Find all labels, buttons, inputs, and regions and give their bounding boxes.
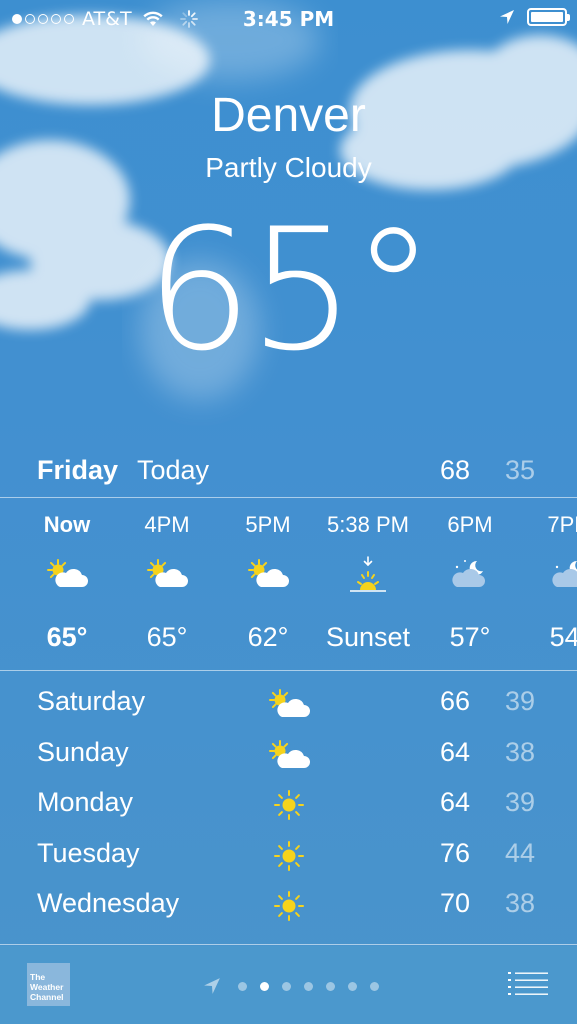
logo-line: Weather — [30, 982, 64, 992]
page-dot — [304, 981, 313, 991]
hour-label: Now — [43, 512, 91, 537]
daily-forecast[interactable]: Saturday 66 39 Sunday 64 38 Monday 64 39… — [0, 680, 577, 933]
sunset-icon — [318, 556, 418, 596]
hour-label: 4PM — [144, 512, 190, 537]
page-dot — [348, 981, 357, 991]
battery-icon — [527, 8, 570, 26]
location-arrow-icon — [500, 10, 514, 24]
day-name: Tuesday — [37, 837, 140, 868]
hour-label: 7PM — [547, 512, 577, 537]
daily-row: Wednesday 70 38 — [0, 882, 577, 933]
condition-text: Partly Cloudy — [205, 152, 372, 183]
today-summary-row: Friday Today 68 35 — [0, 455, 577, 495]
day-name: Monday — [37, 787, 134, 817]
divider — [0, 670, 577, 671]
logo-line: The — [30, 972, 46, 982]
hour-temp: Sunset — [325, 622, 411, 652]
page-dot — [326, 981, 335, 991]
logo-line: Channel — [30, 992, 64, 1002]
day-name: Saturday — [37, 686, 146, 716]
hour-temp: 62° — [247, 622, 289, 652]
sun-icon — [274, 891, 304, 921]
partly-cloudy-night-icon — [520, 556, 577, 596]
partly-cloudy-icon — [269, 689, 310, 717]
hour-temp: 65° — [46, 622, 88, 652]
status-bar: AT&T 3:45 PM — [0, 0, 577, 38]
bottom-toolbar: The Weather Channel — [0, 946, 577, 1024]
city-name: Denver — [211, 89, 366, 142]
day-name: Wednesday — [37, 888, 180, 918]
partly-cloudy-icon — [269, 739, 310, 768]
status-time: 3:45 PM — [242, 7, 335, 31]
page-dot-active — [260, 981, 269, 991]
hour-label: 6PM — [447, 512, 493, 537]
day-low: 38 — [505, 888, 536, 918]
status-right — [499, 8, 570, 26]
hour-temp: 65° — [146, 622, 188, 652]
today-label: Today — [137, 455, 210, 485]
day-high: 76 — [440, 837, 471, 868]
hour-label: 5:38 PM — [327, 512, 409, 537]
page-dot — [238, 981, 247, 991]
sun-icon — [274, 790, 304, 820]
daily-row: Tuesday 76 44 — [0, 832, 577, 883]
day-low: 38 — [505, 736, 536, 767]
sun-icon — [274, 840, 304, 871]
weather-channel-logo-button[interactable]: The Weather Channel — [27, 963, 70, 1006]
city-list-icon[interactable] — [508, 971, 548, 997]
daily-row: Saturday 66 39 — [0, 680, 577, 731]
today-low: 35 — [505, 455, 536, 485]
today-day: Friday — [37, 455, 119, 485]
location-arrow-icon — [204, 978, 220, 994]
page-dot — [370, 981, 379, 991]
day-high: 64 — [440, 787, 471, 817]
day-name: Sunday — [37, 736, 129, 767]
partly-cloudy-icon — [218, 556, 318, 596]
hour-temp: 54° — [549, 622, 577, 652]
day-high: 70 — [440, 888, 471, 918]
partly-cloudy-night-icon — [420, 556, 520, 596]
current-temperature: 65° — [145, 192, 436, 388]
page-indicator[interactable] — [203, 977, 379, 995]
hour-temp: 57° — [449, 622, 491, 652]
day-low: 39 — [505, 686, 536, 716]
daily-row: Sunday 64 38 — [0, 731, 577, 782]
today-high: 68 — [440, 455, 471, 485]
hourly-forecast[interactable]: Now 65° 4PM 65° 5PM 62° 5:38 PM Sunset 6… — [0, 498, 577, 670]
page-dot — [282, 981, 291, 991]
hour-label: 5PM — [245, 512, 291, 537]
partly-cloudy-icon — [17, 556, 117, 596]
daily-row: Monday 64 39 — [0, 781, 577, 832]
day-low: 39 — [505, 787, 536, 817]
day-high: 66 — [440, 686, 471, 716]
partly-cloudy-icon — [117, 556, 217, 596]
day-low: 44 — [505, 837, 536, 868]
day-high: 64 — [440, 736, 471, 767]
divider — [0, 944, 577, 945]
